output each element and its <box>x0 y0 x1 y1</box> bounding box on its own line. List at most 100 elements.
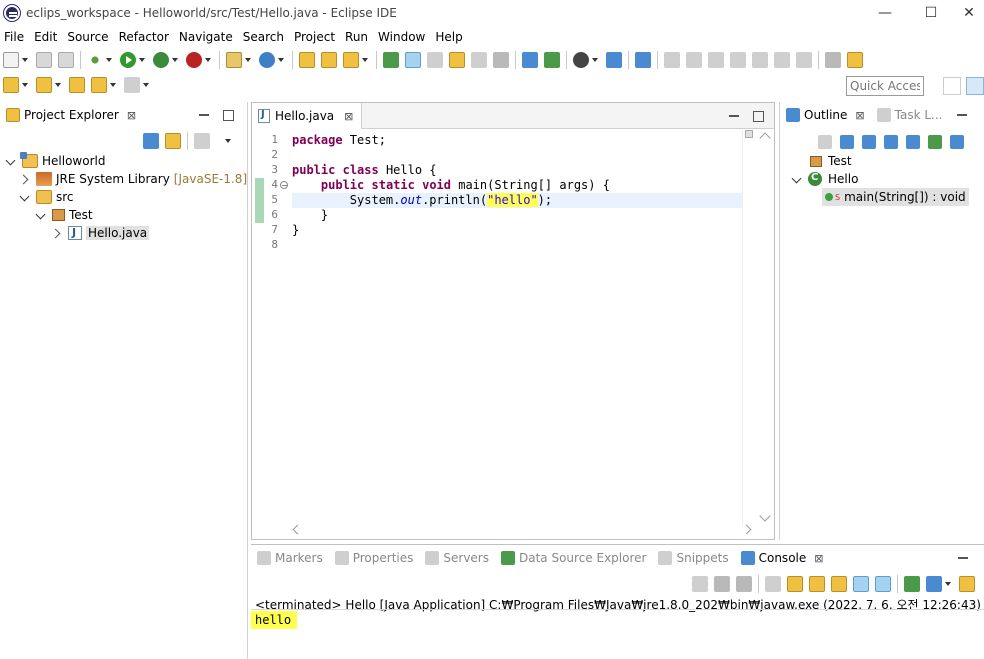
search-icon[interactable] <box>343 52 359 68</box>
step-return-icon[interactable] <box>796 52 812 68</box>
previous-annotation-icon[interactable] <box>36 77 52 93</box>
scroll-up-icon[interactable] <box>759 132 771 144</box>
maximize-view-icon[interactable] <box>220 108 236 122</box>
run-icon[interactable] <box>120 52 136 68</box>
new-class-icon[interactable] <box>259 52 275 68</box>
new-java-project-dropdown-icon[interactable] <box>245 52 252 68</box>
expand-toggle-icon[interactable] <box>52 227 64 239</box>
terminate-icon[interactable] <box>708 52 724 68</box>
run-dropdown-icon[interactable] <box>139 52 146 68</box>
scroll-left-icon[interactable] <box>292 524 303 535</box>
clear-console-icon[interactable] <box>765 576 781 592</box>
view-menu-icon[interactable] <box>225 133 232 149</box>
new-class-dropdown-icon[interactable] <box>278 52 285 68</box>
outline-item-method[interactable]: S main(String[]) : void <box>780 188 969 206</box>
search-dropdown-icon[interactable] <box>362 52 369 68</box>
deploy-icon[interactable] <box>544 52 560 68</box>
menu-source[interactable]: Source <box>63 30 114 44</box>
collapse-all-icon[interactable] <box>143 133 159 149</box>
remove-launch-icon[interactable] <box>714 576 730 592</box>
minimize-button[interactable]: — <box>862 0 908 26</box>
menu-run[interactable]: Run <box>341 30 374 44</box>
save-all-icon[interactable] <box>58 52 74 68</box>
tab-snippets[interactable]: Snippets <box>652 545 734 571</box>
menu-edit[interactable]: Edit <box>30 30 63 44</box>
new-dropdown-icon[interactable] <box>22 52 29 68</box>
debug-icon[interactable] <box>87 52 103 68</box>
scroll-lock-icon[interactable] <box>787 576 803 592</box>
account-icon[interactable] <box>573 52 589 68</box>
expand-toggle-icon[interactable] <box>792 173 804 185</box>
step-into-icon[interactable] <box>752 52 768 68</box>
use-step-filters-icon[interactable] <box>825 52 841 68</box>
tree-item-helloworld[interactable]: Helloworld <box>0 152 248 170</box>
back-dropdown-icon[interactable] <box>110 77 117 93</box>
menu-navigate[interactable]: Navigate <box>175 30 239 44</box>
filters-icon[interactable] <box>818 135 832 149</box>
close-tab-icon[interactable]: ⊠ <box>814 552 823 565</box>
scroll-right-icon[interactable] <box>741 524 752 535</box>
expand-toggle-icon[interactable] <box>20 173 32 185</box>
previous-annotation-dropdown-icon[interactable] <box>55 77 62 93</box>
terminate-icon[interactable] <box>692 576 708 592</box>
java-perspective-icon[interactable] <box>966 77 984 95</box>
overview-marker-icon[interactable] <box>745 130 753 138</box>
tree-item-src[interactable]: src <box>0 188 248 206</box>
tab-servers[interactable]: Servers <box>419 545 495 571</box>
task-icon[interactable] <box>847 52 863 68</box>
external-tools-dropdown-icon[interactable] <box>205 52 212 68</box>
hide-local-types-icon[interactable] <box>950 135 964 149</box>
vertical-scrollbar[interactable] <box>758 130 772 524</box>
pin-console-icon[interactable] <box>875 576 891 592</box>
next-annotation-dropdown-icon[interactable] <box>22 77 29 93</box>
tree-item-jre-library[interactable]: JRE System Library [JavaSE-1.8] <box>0 170 248 188</box>
coverage-dropdown-icon[interactable] <box>172 52 179 68</box>
fold-toggle-icon[interactable] <box>280 181 288 189</box>
close-tab-icon[interactable]: ⊠ <box>344 110 353 123</box>
new-java-project-icon[interactable] <box>226 52 242 68</box>
tab-markers[interactable]: Markers <box>251 545 329 571</box>
outline-item-class[interactable]: Hello <box>780 170 969 188</box>
expand-toggle-icon[interactable] <box>6 155 18 167</box>
hide-static-icon[interactable] <box>906 135 920 149</box>
menu-project[interactable]: Project <box>290 30 341 44</box>
menu-help[interactable]: Help <box>431 30 468 44</box>
last-edit-location-icon[interactable] <box>69 77 85 93</box>
disconnect-icon[interactable] <box>730 52 746 68</box>
resume-icon[interactable] <box>664 52 680 68</box>
expand-toggle-icon[interactable] <box>36 209 48 221</box>
tab-data-source-explorer[interactable]: Data Source Explorer <box>495 545 652 571</box>
open-perspective-icon[interactable] <box>943 77 961 95</box>
sort-icon[interactable] <box>862 135 876 149</box>
code-area[interactable]: package Test; public class Hello { publi… <box>292 130 742 524</box>
tab-project-explorer[interactable]: Project Explorer ⊠ <box>0 102 143 128</box>
show-console-on-output-icon[interactable] <box>831 576 847 592</box>
skip-breakpoints-icon[interactable] <box>635 52 651 68</box>
minimize-view-icon[interactable] <box>954 108 970 122</box>
block-selection-icon[interactable] <box>449 52 465 68</box>
outline-item-package[interactable]: Test <box>780 152 969 170</box>
forward-dropdown-icon[interactable] <box>143 77 150 93</box>
minimize-view-icon[interactable] <box>196 108 212 122</box>
forward-icon[interactable] <box>124 77 140 93</box>
remove-all-terminated-icon[interactable] <box>736 576 752 592</box>
tree-item-hello-java[interactable]: Hello.java <box>0 224 248 242</box>
hide-non-public-icon[interactable] <box>928 135 942 149</box>
link-with-editor-icon[interactable] <box>165 133 181 149</box>
menu-search[interactable]: Search <box>239 30 290 44</box>
quick-access-input[interactable] <box>846 76 924 96</box>
mark-occurrences-icon[interactable] <box>405 52 421 68</box>
word-wrap-icon[interactable] <box>471 52 487 68</box>
open-console-icon[interactable] <box>926 576 942 592</box>
open-console-dropdown-icon[interactable] <box>945 576 952 592</box>
collapse-all-icon[interactable] <box>840 135 854 149</box>
menu-refactor[interactable]: Refactor <box>115 30 175 44</box>
web-browser-icon[interactable] <box>522 52 538 68</box>
debug-dropdown-icon[interactable] <box>106 52 113 68</box>
show-console-on-error-icon[interactable] <box>853 576 869 592</box>
close-tab-icon[interactable]: ⊠ <box>855 109 864 122</box>
tab-properties[interactable]: Properties <box>329 545 420 571</box>
close-tab-icon[interactable]: ⊠ <box>127 109 136 122</box>
close-button[interactable]: ✕ <box>954 0 984 26</box>
new-icon[interactable] <box>3 52 19 68</box>
